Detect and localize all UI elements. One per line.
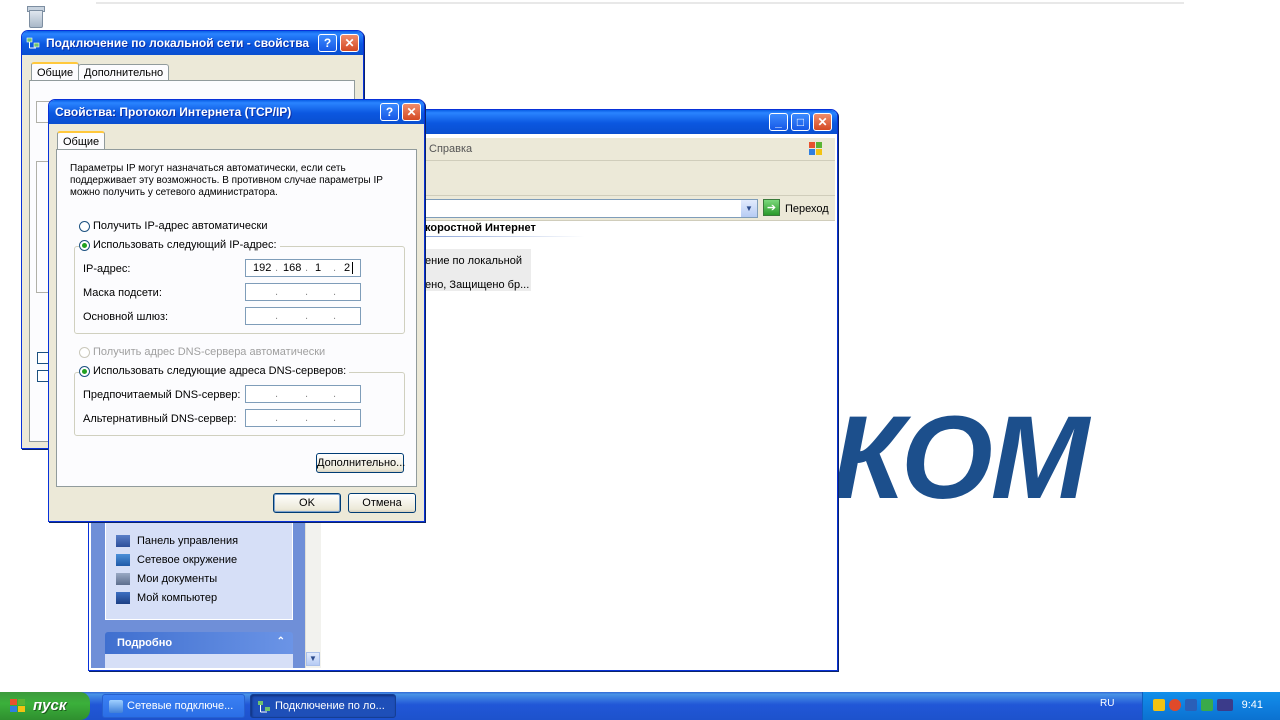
address-dropdown-icon[interactable]: ▼ (741, 200, 757, 217)
props-title: Подключение по локальной сети - свойства (46, 36, 310, 50)
group-divider (425, 236, 585, 237)
ip-address-label: IP-адрес: (83, 263, 131, 275)
desktop-top-line (96, 2, 1184, 4)
chevron-up-icon[interactable]: ⌃ (277, 636, 285, 647)
help-button[interactable]: ? (380, 103, 399, 121)
brand-logo-text: КОМ (832, 392, 1089, 524)
tcpip-panel: Параметры IP могут назначаться автоматич… (56, 149, 417, 487)
props-titlebar[interactable]: Подключение по локальной сети - свойства… (22, 31, 363, 55)
radio-auto-dns: Получить адрес DNS-сервера автоматически (79, 346, 325, 358)
scroll-down-icon[interactable]: ▼ (306, 652, 320, 666)
group-header-broadband: коростной Интернет (425, 222, 536, 234)
tcpip-titlebar[interactable]: Свойства: Протокол Интернета (TCP/IP) ? … (49, 100, 424, 124)
system-tray: 9:41 (1142, 692, 1280, 720)
task-item-my-documents[interactable]: Мои документы (116, 573, 217, 591)
tab-general[interactable]: Общие (31, 62, 80, 80)
network-icon (26, 37, 40, 49)
preferred-dns-input[interactable]: ... (245, 385, 361, 403)
tab-general[interactable]: Общие (57, 131, 106, 149)
task-network-connections[interactable]: Сетевые подключе... (102, 694, 245, 718)
close-button[interactable]: ✕ (813, 113, 832, 131)
menu-help[interactable]: Справка (429, 143, 472, 155)
alternate-dns-label: Альтернативный DNS-сервер: (83, 413, 237, 425)
network-folder-icon (109, 700, 123, 713)
task-local-connection[interactable]: Подключение по ло... (250, 694, 396, 718)
task-item-my-computer[interactable]: Мой компьютер (116, 592, 217, 610)
go-label[interactable]: Переход (785, 203, 829, 215)
vm-icon[interactable] (1217, 699, 1233, 711)
ip-address-input[interactable]: 192 . 168 . 1 . 2 (245, 259, 361, 277)
gateway-label: Основной шлюз: (83, 311, 169, 323)
alternate-dns-input[interactable]: ... (245, 409, 361, 427)
start-button[interactable]: пуск (0, 692, 90, 720)
task-item-control-panel[interactable]: Панель управления (116, 535, 238, 553)
details-body (105, 654, 293, 668)
tab-advanced[interactable]: Дополнительно (78, 64, 170, 80)
preferred-dns-label: Предпочитаемый DNS-сервер: (83, 389, 241, 401)
tcpip-properties-dialog: Свойства: Протокол Интернета (TCP/IP) ? … (48, 99, 425, 522)
language-indicator[interactable]: RU (1100, 698, 1114, 709)
task-item-network-places[interactable]: Сетевое окружение (116, 554, 237, 572)
alert-icon[interactable] (1169, 699, 1181, 711)
radio-manual-dns[interactable]: Использовать следующие адреса DNS-сервер… (79, 365, 350, 377)
close-button[interactable]: ✕ (402, 103, 421, 121)
my-computer-icon (116, 592, 130, 605)
network-icon (257, 700, 271, 713)
windows-flag-icon (807, 140, 825, 157)
radio-manual-ip[interactable]: Использовать следующий IP-адрес: (79, 239, 280, 251)
network-places-icon (116, 554, 130, 567)
network-tray-icon[interactable] (1201, 699, 1213, 711)
go-arrow-icon[interactable]: ➔ (763, 199, 780, 216)
windows-logo-icon (10, 699, 25, 712)
minimize-button[interactable]: _ (769, 113, 788, 131)
maximize-button[interactable]: □ (791, 113, 810, 131)
radio-auto-ip[interactable]: Получить IP-адрес автоматически (79, 220, 267, 232)
close-button[interactable]: ✕ (340, 34, 359, 52)
tcpip-title: Свойства: Протокол Интернета (TCP/IP) (55, 105, 292, 119)
ok-button[interactable]: OK (273, 493, 341, 513)
subnet-mask-label: Маска подсети: (83, 287, 162, 299)
connection-status: ено, Защищено бр... (425, 279, 530, 291)
task-pane: Панель управления Сетевое окружение Мои … (91, 520, 306, 668)
local-connection-item[interactable]: ение по локальной ено, Защищено бр... (419, 249, 531, 291)
advanced-button[interactable]: Дополнительно... (316, 453, 405, 473)
monitor-icon[interactable] (1185, 699, 1197, 711)
clock: 9:41 (1241, 699, 1263, 711)
other-places-box: Панель управления Сетевое окружение Мои … (105, 520, 293, 620)
my-documents-icon (116, 573, 130, 586)
details-header[interactable]: Подробно ⌃ (105, 632, 293, 654)
connection-name: ение по локальной (425, 255, 522, 267)
task-pane-scrollbar[interactable]: ▼ (305, 520, 321, 668)
subnet-mask-input[interactable]: ... (245, 283, 361, 301)
taskbar: пуск Сетевые подключе... Подключение по … (0, 692, 1280, 720)
control-panel-icon (116, 535, 130, 548)
gateway-input[interactable]: ... (245, 307, 361, 325)
cancel-button[interactable]: Отмена (348, 493, 416, 513)
description-text: Параметры IP могут назначаться автоматич… (70, 163, 383, 198)
help-button[interactable]: ? (318, 34, 337, 52)
address-input[interactable]: ▼ (411, 199, 758, 218)
security-shield-icon[interactable] (1153, 699, 1165, 711)
recycle-bin-icon[interactable] (26, 4, 45, 28)
